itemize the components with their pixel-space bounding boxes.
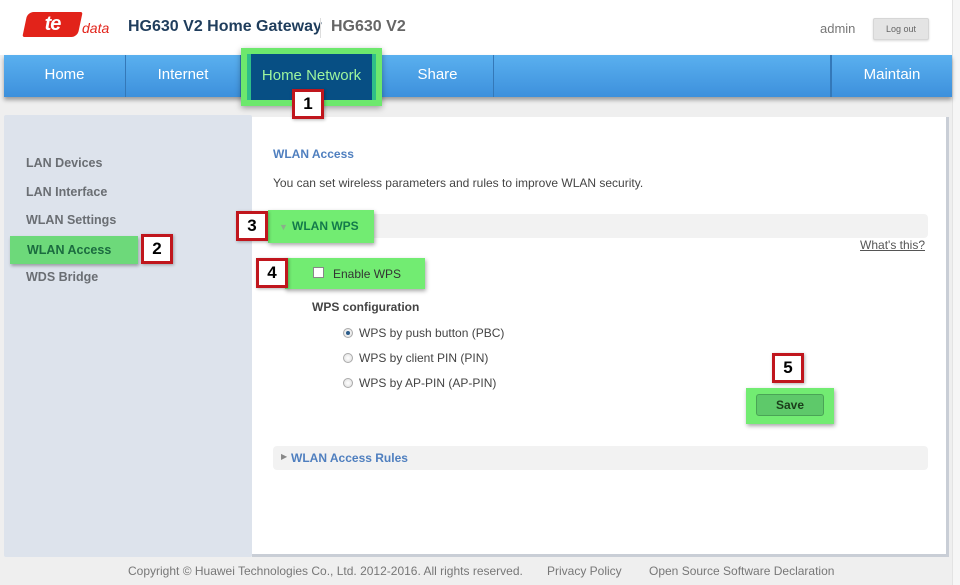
page-description: You can set wireless parameters and rule… [273,176,644,190]
page-scroll-edge [952,0,960,585]
save-highlight: Save [746,388,834,424]
nav-tab-internet[interactable]: Internet [126,55,241,97]
privacy-policy-link[interactable]: Privacy Policy [547,564,622,578]
sidebar-item-wlan-settings[interactable]: WLAN Settings [26,213,116,227]
radio-unselected-icon[interactable] [343,378,353,388]
wps-option-pbc[interactable]: WPS by push button (PBC) [343,326,504,340]
nav-tab-home[interactable]: Home [4,55,126,97]
enable-wps-label: Enable WPS [333,267,402,281]
wlan-access-rules-toggle[interactable]: ▶ WLAN Access Rules [273,446,928,470]
sidebar-item-wlan-access-label: WLAN Access [27,243,112,257]
wps-option-pin[interactable]: WPS by client PIN (PIN) [343,351,488,365]
logo-text: te [44,13,61,35]
main-nav: Home Internet Home Network Share Maintai… [4,48,952,106]
te-data-logo: te data [22,12,111,40]
radio-unselected-icon[interactable] [343,353,353,363]
header: te data HG630 V2 Home Gateway HG630 V2 a… [0,0,952,55]
step-badge-5: 5 [772,353,804,383]
enable-wps-checkbox-row[interactable]: Enable WPS [285,258,425,289]
wps-section-label: WLAN WPS [292,219,359,233]
device-model: HG630 V2 [331,18,406,35]
sidebar-item-lan-devices[interactable]: LAN Devices [26,156,102,170]
copyright-text: Copyright © Huawei Technologies Co., Ltd… [128,564,523,578]
expand-triangle-icon: ▶ [281,452,288,461]
wlan-access-rules-label: WLAN Access Rules [291,451,408,465]
main-content: WLAN Access You can set wireless paramet… [252,117,949,557]
nav-tab-share[interactable]: Share [382,55,494,97]
save-button[interactable]: Save [756,394,824,416]
wps-config-heading: WPS configuration [312,300,420,314]
logout-button[interactable]: Log out [873,18,929,40]
step-badge-3: 3 [236,211,268,241]
logo-badge: te [22,12,83,37]
collapse-triangle-icon: ▼ [279,222,288,232]
wps-section-toggle[interactable]: ▼ WLAN WPS [268,210,374,243]
enable-wps-checkbox[interactable] [313,267,324,278]
wps-option-ap-pin-label: WPS by AP-PIN (AP-PIN) [359,376,497,390]
footer: Copyright © Huawei Technologies Co., Ltd… [0,560,960,585]
title-divider [320,18,321,38]
sidebar-item-wlan-access[interactable]: WLAN Access [10,236,138,264]
wps-option-ap-pin[interactable]: WPS by AP-PIN (AP-PIN) [343,376,496,390]
sidebar: LAN Devices LAN Interface WLAN Settings … [4,115,252,557]
page-title: WLAN Access [273,147,354,161]
sidebar-item-lan-interface[interactable]: LAN Interface [26,185,107,199]
nav-tab-maintain[interactable]: Maintain [831,55,952,97]
nav-spacer [494,55,831,97]
sidebar-item-wds-bridge[interactable]: WDS Bridge [26,270,98,284]
radio-selected-icon[interactable] [343,328,353,338]
whats-this-link[interactable]: What's this? [860,238,925,252]
step-badge-4: 4 [256,258,288,288]
username-label: admin [820,21,856,36]
open-source-link[interactable]: Open Source Software Declaration [649,564,834,578]
logo-suffix: data [82,20,110,36]
app-title: HG630 V2 Home Gateway [128,18,322,35]
step-badge-2: 2 [141,234,173,264]
wps-option-pbc-label: WPS by push button (PBC) [359,326,505,340]
step-badge-1: 1 [292,89,324,119]
wps-option-pin-label: WPS by client PIN (PIN) [359,351,489,365]
